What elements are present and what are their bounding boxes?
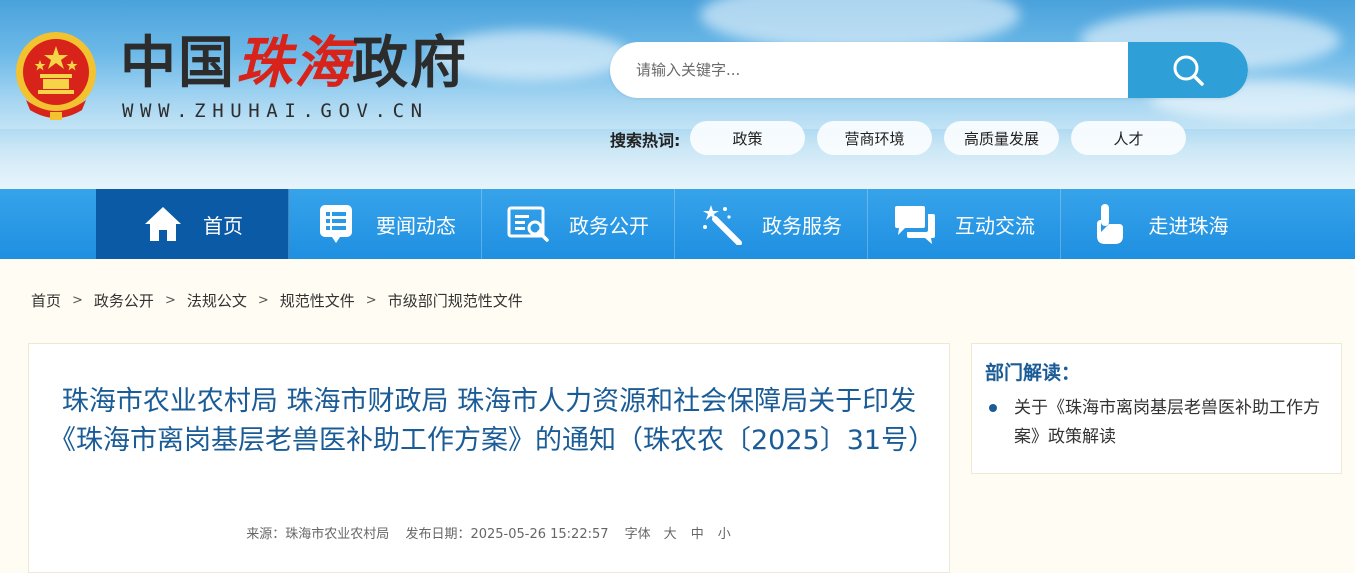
breadcrumb-link-gov-affairs-open[interactable]: 政务公开 — [94, 290, 154, 311]
site-name-city: 珠海 — [236, 30, 352, 96]
department-interpretation-panel: 部门解读： 关于《珠海市离岗基层老兽医补助工作方案》政策解读 — [971, 343, 1342, 474]
nav-item-interaction[interactable]: 互动交流 — [868, 189, 1061, 259]
document-search-icon — [507, 202, 551, 246]
nav-item-home[interactable]: 首页 — [96, 189, 289, 259]
nav-item-label: 要闻动态 — [376, 213, 456, 238]
search-input[interactable] — [610, 42, 1130, 98]
side-panel-title: 部门解读： — [985, 362, 1081, 384]
nav-item-label: 政务服务 — [762, 213, 842, 238]
nav-item-label: 首页 — [203, 213, 243, 238]
nav-item-label: 政务公开 — [569, 213, 649, 238]
breadcrumb-separator: > — [164, 293, 176, 308]
font-size-small-button[interactable]: 小 — [718, 527, 731, 542]
breadcrumb-link-dept-normative-docs[interactable]: 市级部门规范性文件 — [388, 290, 523, 311]
national-emblem-icon — [16, 32, 96, 120]
hot-word-tag[interactable]: 人才 — [1071, 121, 1186, 155]
nav-item-news[interactable]: 要闻动态 — [289, 189, 482, 259]
search-button[interactable] — [1128, 42, 1248, 98]
font-size-large-button[interactable]: 大 — [664, 527, 677, 542]
nav-item-gov-affairs-open[interactable]: 政务公开 — [482, 189, 675, 259]
site-name: 中国珠海政府 — [120, 28, 468, 99]
hot-words-label: 搜索热词: — [610, 131, 681, 150]
breadcrumb-link-regulations[interactable]: 法规公文 — [187, 290, 247, 311]
article-panel: 珠海市农业农村局 珠海市财政局 珠海市人力资源和社会保障局关于印发《珠海市离岗基… — [28, 343, 950, 573]
breadcrumb-link-normative-docs[interactable]: 规范性文件 — [280, 290, 355, 311]
article-meta: 来源：珠海市农业农村局 发布日期：2025-05-26 15:22:57 字体大… — [29, 523, 949, 542]
breadcrumb-separator: > — [365, 293, 377, 308]
article-title: 珠海市农业农村局 珠海市财政局 珠海市人力资源和社会保障局关于印发《珠海市离岗基… — [49, 386, 936, 456]
bullet-dot-icon — [989, 404, 997, 412]
chat-bubble-icon — [893, 202, 937, 246]
hot-word-tag[interactable]: 营商环境 — [817, 121, 932, 155]
news-list-icon — [314, 202, 358, 246]
font-size-medium-button[interactable]: 中 — [691, 527, 704, 542]
nav-item-about-zhuhai[interactable]: 走进珠海 — [1061, 189, 1254, 259]
breadcrumb-separator: > — [72, 293, 83, 308]
site-header: 中国珠海政府 WWW.ZHUHAI.GOV.CN 搜索热词: 政策 营商环境 高… — [0, 0, 1355, 189]
breadcrumb-link-home[interactable]: 首页 — [31, 290, 61, 311]
search-box — [610, 42, 1248, 98]
site-name-suffix: 政府 — [352, 31, 468, 96]
hot-word-tag[interactable]: 高质量发展 — [944, 121, 1059, 155]
home-icon — [141, 202, 185, 246]
nav-item-label: 互动交流 — [955, 213, 1035, 238]
magic-wand-icon — [700, 202, 744, 246]
nav-item-label: 走进珠海 — [1148, 213, 1229, 238]
pointer-hand-icon — [1087, 202, 1131, 246]
breadcrumb: 首页 > 政务公开 > 法规公文 > 规范性文件 > 市级部门规范性文件 — [31, 290, 523, 311]
search-icon — [1173, 55, 1204, 86]
main-nav: 首页 要闻动态 政务公开 政务服务 互动交流 走进珠海 — [0, 189, 1355, 259]
breadcrumb-separator: > — [257, 293, 269, 308]
site-url: WWW.ZHUHAI.GOV.CN — [122, 100, 429, 122]
hot-word-tag[interactable]: 政策 — [690, 121, 805, 155]
article-publish-date: 发布日期：2025-05-26 15:22:57 — [405, 527, 609, 542]
site-name-prefix: 中国 — [120, 31, 236, 96]
nav-item-gov-services[interactable]: 政务服务 — [675, 189, 868, 259]
article-source: 来源：珠海市农业农村局 — [246, 527, 390, 542]
font-size-label: 字体 — [624, 527, 651, 542]
interpretation-link[interactable]: 关于《珠海市离岗基层老兽医补助工作方案》政策解读 — [1014, 394, 1324, 452]
